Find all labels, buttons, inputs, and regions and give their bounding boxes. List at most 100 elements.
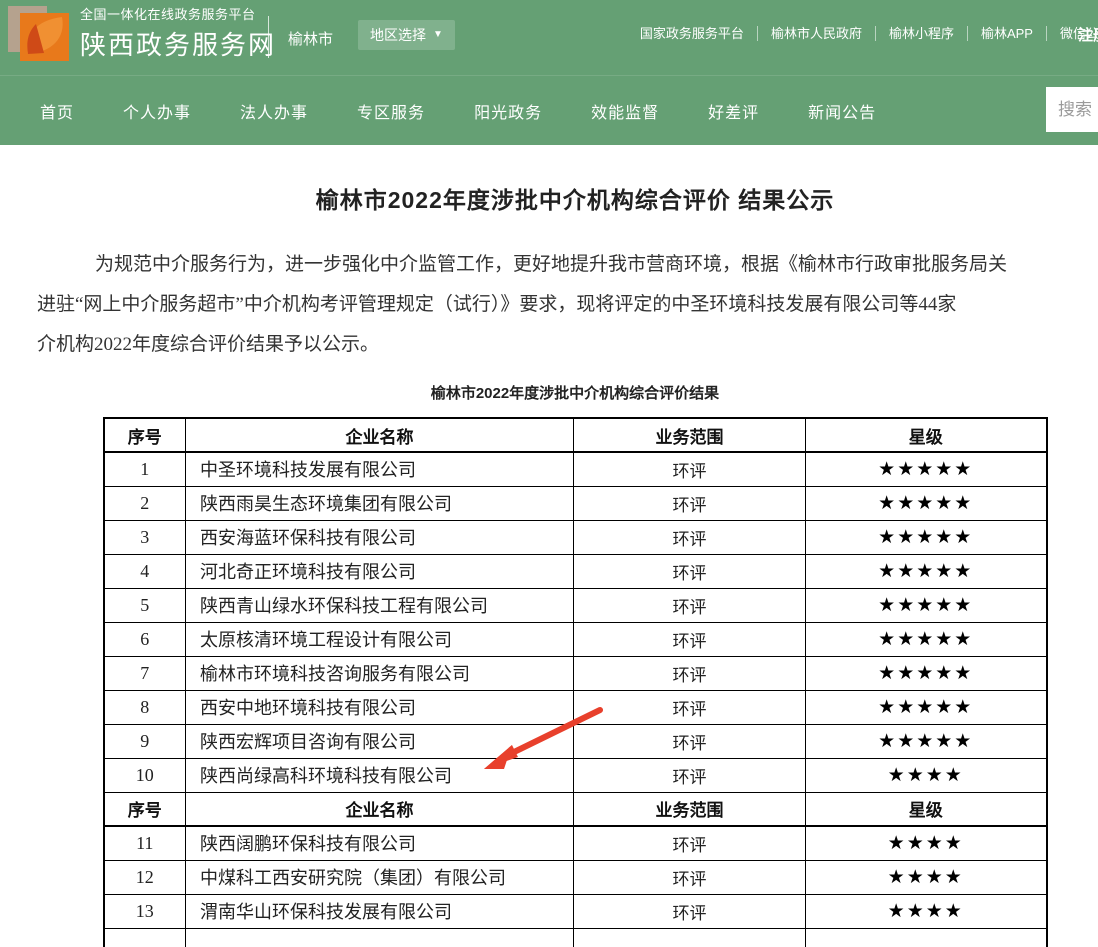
column-header: 星级 — [806, 792, 1047, 826]
header-link[interactable]: 国家政务服务平台 — [627, 26, 758, 41]
site-header: 全国一体化在线政务服务平台 陕西政务服务网 榆林市 地区选择 ▼ 国家政务服务平… — [0, 0, 1098, 75]
cell-name: 榆林市环境科技咨询服务有限公司 — [186, 656, 574, 690]
column-header: 星级 — [806, 418, 1047, 452]
cell-name: 陕西尚绿高科环境科技有限公司 — [186, 758, 574, 792]
table-header-row: 序号企业名称业务范围星级 — [104, 418, 1047, 452]
cell-scope: 环评 — [574, 826, 806, 860]
header-link[interactable]: 榆林市人民政府 — [758, 26, 876, 41]
header-link[interactable]: 榆林APP — [968, 26, 1047, 41]
region-select-button[interactable]: 地区选择 ▼ — [358, 20, 455, 50]
cell-scope: 环评 — [574, 758, 806, 792]
table-row: 10陕西尚绿高科环境科技有限公司环评★★★★ — [104, 758, 1047, 792]
cell-name: 陕西宏辉项目咨询有限公司 — [186, 724, 574, 758]
announcement-paragraph: 为规范中介服务行为，进一步强化中介监管工作，更好地提升我市营商环境，根据《榆林市… — [0, 245, 1098, 365]
chevron-down-icon: ▼ — [433, 30, 443, 40]
star-rating-cell: ★★★★ — [806, 758, 1047, 792]
nav-item[interactable]: 新闻公告 — [808, 99, 876, 123]
cell-name: 中煤科工西安研究院（集团）有限公司 — [186, 860, 574, 894]
header-link[interactable]: 榆林小程序 — [876, 26, 968, 41]
page-content: 榆林市2022年度涉批中介机构综合评价 结果公示 为规范中介服务行为，进一步强化… — [0, 181, 1098, 947]
cell-scope: 环评 — [574, 554, 806, 588]
column-header: 企业名称 — [186, 418, 574, 452]
star-rating-cell: ★★★★ — [806, 860, 1047, 894]
site-logo[interactable]: 全国一体化在线政务服务平台 陕西政务服务网 — [8, 4, 276, 62]
register-link[interactable]: 注册 — [1078, 24, 1098, 45]
column-header: 业务范围 — [574, 418, 806, 452]
cell-no: 7 — [104, 656, 186, 690]
table-row: 6太原核清环境工程设计有限公司环评★★★★★ — [104, 622, 1047, 656]
table-row: 9陕西宏辉项目咨询有限公司环评★★★★★ — [104, 724, 1047, 758]
cell-no: 11 — [104, 826, 186, 860]
nav-list: 首页 个人办事 法人办事 专区服务 阳光政务 效能监督 好差评 新闻公告 — [0, 76, 1098, 145]
site-name: 陕西政务服务网 — [80, 25, 276, 62]
cell-name: 陕西雨昊生态环境集团有限公司 — [186, 486, 574, 520]
nav-item[interactable]: 个人办事 — [123, 99, 191, 123]
search-input[interactable] — [1046, 87, 1098, 132]
cell-no: 2 — [104, 486, 186, 520]
cell-no — [104, 928, 186, 947]
table-row: 13渭南华山环保科技发展有限公司环评★★★★ — [104, 894, 1047, 928]
paragraph-line: 介机构2022年度综合评价结果予以公示。 — [37, 325, 1098, 365]
table-row: 11陕西阔鹏环保科技有限公司环评★★★★ — [104, 826, 1047, 860]
cell-no: 13 — [104, 894, 186, 928]
cell-scope — [574, 928, 806, 947]
table-row: 5陕西青山绿水环保科技工程有限公司环评★★★★★ — [104, 588, 1047, 622]
region-select-label: 地区选择 — [370, 25, 426, 45]
nav-item[interactable]: 首页 — [40, 99, 74, 123]
nav-item[interactable]: 好差评 — [708, 99, 759, 123]
nav-item[interactable]: 法人办事 — [240, 99, 308, 123]
star-rating-cell: ★★★★★ — [806, 588, 1047, 622]
header-quick-links: 国家政务服务平台榆林市人民政府榆林小程序榆林APP微信公众号 — [627, 26, 1098, 41]
nav-item[interactable]: 阳光政务 — [474, 99, 542, 123]
cell-scope: 环评 — [574, 724, 806, 758]
cell-no: 5 — [104, 588, 186, 622]
cell-scope: 环评 — [574, 860, 806, 894]
cell-scope: 环评 — [574, 486, 806, 520]
logo-icon — [8, 4, 70, 62]
cell-name: 中圣环境科技发展有限公司 — [186, 452, 574, 486]
table-caption: 榆林市2022年度涉批中介机构综合评价结果 — [0, 382, 1098, 403]
cell-name: 河北奇正环境科技有限公司 — [186, 554, 574, 588]
cell-scope: 环评 — [574, 690, 806, 724]
star-rating-cell — [806, 928, 1047, 947]
nav-item[interactable]: 专区服务 — [357, 99, 425, 123]
cell-no: 6 — [104, 622, 186, 656]
column-header: 序号 — [104, 418, 186, 452]
column-header: 企业名称 — [186, 792, 574, 826]
cell-scope: 环评 — [574, 588, 806, 622]
cell-name: 西安海蓝环保科技有限公司 — [186, 520, 574, 554]
table-row: 4河北奇正环境科技有限公司环评★★★★★ — [104, 554, 1047, 588]
table-row: 7榆林市环境科技咨询服务有限公司环评★★★★★ — [104, 656, 1047, 690]
cell-scope: 环评 — [574, 622, 806, 656]
star-rating-cell: ★★★★★ — [806, 554, 1047, 588]
star-rating-cell: ★★★★★ — [806, 520, 1047, 554]
table-row: 8西安中地环境科技有限公司环评★★★★★ — [104, 690, 1047, 724]
cell-no: 1 — [104, 452, 186, 486]
cell-name: 陕西青山绿水环保科技工程有限公司 — [186, 588, 574, 622]
table-row: 2陕西雨昊生态环境集团有限公司环评★★★★★ — [104, 486, 1047, 520]
star-rating-cell: ★★★★ — [806, 826, 1047, 860]
cell-scope: 环评 — [574, 452, 806, 486]
star-rating-cell: ★★★★★ — [806, 690, 1047, 724]
cell-scope: 环评 — [574, 894, 806, 928]
current-city-label: 榆林市 — [288, 28, 333, 49]
page-title: 榆林市2022年度涉批中介机构综合评价 结果公示 — [0, 181, 1098, 215]
star-rating-cell: ★★★★★ — [806, 656, 1047, 690]
table-row: 1中圣环境科技发展有限公司环评★★★★★ — [104, 452, 1047, 486]
paragraph-line: 进驻“网上中介服务超市”中介机构考评管理规定（试行）》要求，现将评定的中圣环境科… — [37, 285, 1098, 325]
cell-name: 太原核清环境工程设计有限公司 — [186, 622, 574, 656]
cell-name: 西安中地环境科技有限公司 — [186, 690, 574, 724]
cell-name — [186, 928, 574, 947]
cell-no: 9 — [104, 724, 186, 758]
cell-name: 陕西阔鹏环保科技有限公司 — [186, 826, 574, 860]
cell-no: 4 — [104, 554, 186, 588]
cell-no: 3 — [104, 520, 186, 554]
nav-item[interactable]: 效能监督 — [591, 99, 659, 123]
cell-scope: 环评 — [574, 656, 806, 690]
cell-no: 10 — [104, 758, 186, 792]
star-rating-cell: ★★★★★ — [806, 452, 1047, 486]
cell-name: 渭南华山环保科技发展有限公司 — [186, 894, 574, 928]
table-row: 12中煤科工西安研究院（集团）有限公司环评★★★★ — [104, 860, 1047, 894]
brand-text: 全国一体化在线政务服务平台 陕西政务服务网 — [80, 4, 276, 62]
table-row — [104, 928, 1047, 947]
